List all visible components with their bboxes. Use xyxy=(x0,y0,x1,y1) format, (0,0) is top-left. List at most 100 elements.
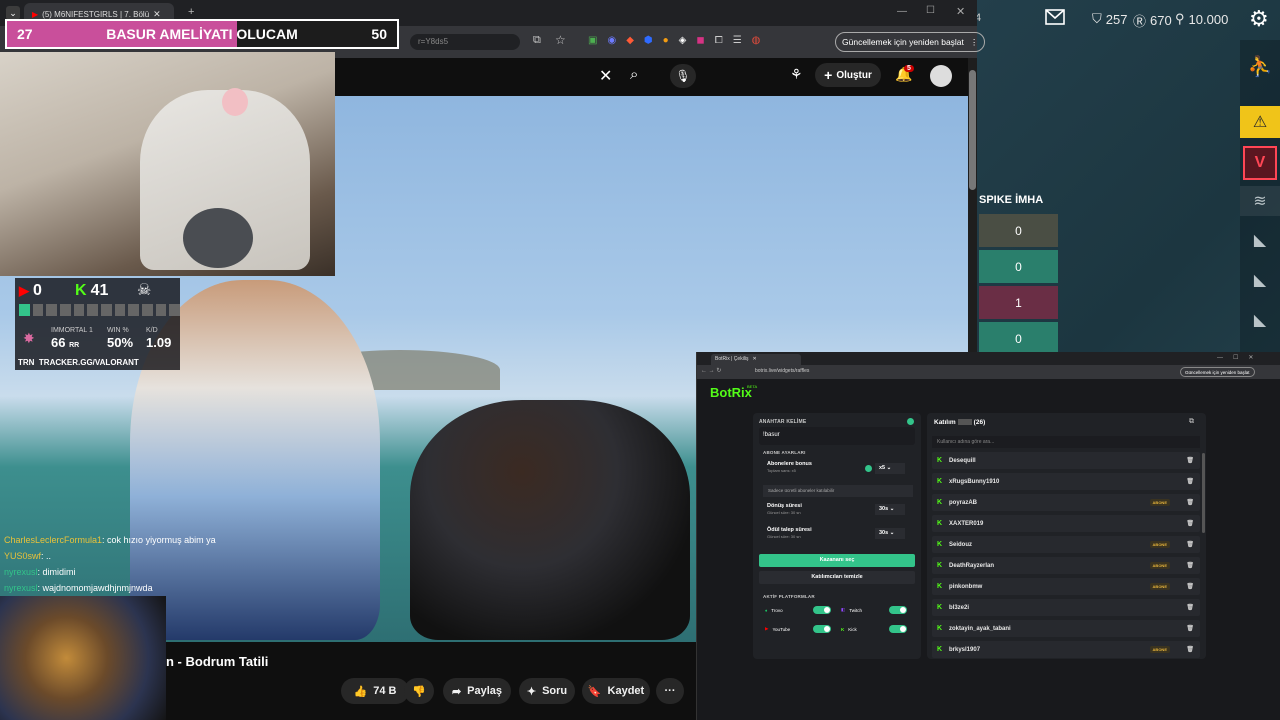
participant-row[interactable]: Kbrkysl1907 ABONE 🗑 xyxy=(932,641,1200,658)
spike-row: 1 xyxy=(979,286,1058,319)
extension-icon[interactable]: ◼ xyxy=(696,35,704,46)
platform-toggle[interactable] xyxy=(813,625,831,633)
turn-select[interactable]: 30s ⌄ xyxy=(875,504,905,515)
participant-name: pinkonbmw xyxy=(949,583,983,590)
extension-icon[interactable]: ⬢ xyxy=(644,35,653,46)
participant-row[interactable]: KpoyrazAB ABONE 🗑 xyxy=(932,494,1200,511)
share-button[interactable]: ➦ Paylaş xyxy=(443,678,511,704)
agent-slot-icon[interactable]: ◣ xyxy=(1240,262,1280,298)
dislike-button[interactable]: 👎 xyxy=(404,678,434,704)
participant-row[interactable]: Kpinkonbmw ABONE 🗑 xyxy=(932,578,1200,595)
botrix-tab[interactable]: BotRix | Çekiliş ✕ xyxy=(711,354,801,365)
like-button[interactable]: 👍 74 B xyxy=(341,678,409,704)
menu-dots-icon[interactable]: ⋮ xyxy=(970,37,979,48)
video-diver xyxy=(410,400,690,640)
close-icon[interactable]: ✕ xyxy=(753,356,757,363)
agent-slot-icon[interactable]: ◣ xyxy=(1240,302,1280,338)
extension-icon[interactable]: ◈ xyxy=(679,35,687,46)
extension-icon[interactable]: ◆ xyxy=(626,35,634,46)
trash-icon[interactable]: 🗑 xyxy=(1186,457,1194,464)
agent-icon xyxy=(87,304,99,316)
botrix-update-button[interactable]: Güncellemek için yeniden başlat xyxy=(1180,367,1255,377)
pick-winner-button[interactable]: Kazananı seç xyxy=(759,554,915,567)
save-button[interactable]: 🔖 Kaydet xyxy=(582,678,650,704)
agent-slot-icon[interactable]: ◣ xyxy=(1240,222,1280,258)
vp-stat: ⛉ 257 xyxy=(1092,11,1127,27)
update-restart-button[interactable]: Güncellemek için yeniden başlat ⋮ xyxy=(835,32,986,52)
participant-row[interactable]: Kzoktayin_ayak_tabani 🗑 xyxy=(932,620,1200,637)
trash-icon[interactable]: 🗑 xyxy=(1186,520,1194,527)
scrollbar-thumb[interactable] xyxy=(1202,453,1205,533)
cast-icon[interactable]: ⧉ xyxy=(533,34,541,47)
valorant-logo-icon[interactable]: V xyxy=(1243,146,1277,180)
participants-header: Katılım (26) xyxy=(934,419,985,426)
tab-search-icon[interactable]: ⌄ xyxy=(6,6,20,20)
extension-icon[interactable]: ◉ xyxy=(607,35,616,46)
trash-icon[interactable]: 🗑 xyxy=(1186,583,1194,590)
trash-icon[interactable]: 🗑 xyxy=(1186,646,1194,653)
window-close-icon[interactable]: ✕ xyxy=(956,5,965,18)
maximize-icon[interactable]: ☐ xyxy=(926,5,935,16)
yt-count: 0 xyxy=(33,282,42,299)
kick-icon: K xyxy=(841,626,845,632)
profile-icon[interactable]: ◍ xyxy=(752,35,761,46)
tab-title: (5) M6NIFESTGIRLS | 7. Bölü xyxy=(42,10,150,19)
participant-search-input[interactable]: Kullanıcı adına göre ara... xyxy=(932,436,1200,448)
sub-bonus-select[interactable]: x5 ⌄ xyxy=(875,463,905,474)
claim-label: Ödül talep süresi xyxy=(767,527,812,533)
kick-icon: K xyxy=(937,583,943,590)
sub-only-checkbox[interactable]: Sadece ücretli aboneler katılabilir xyxy=(763,485,913,497)
platform-toggle[interactable] xyxy=(889,606,907,614)
add-friend-icon[interactable]: ⛹ xyxy=(1240,48,1280,84)
platform-toggle[interactable] xyxy=(813,606,831,614)
keyword-input[interactable]: !basur xyxy=(759,427,915,445)
participant-row[interactable]: K Desequill 🗑 xyxy=(932,452,1200,469)
new-tab-icon[interactable]: + xyxy=(188,6,194,18)
sub-bonus-toggle[interactable] xyxy=(865,465,872,472)
create-button[interactable]: + Oluştur xyxy=(815,63,881,87)
more-actions-button[interactable]: ··· xyxy=(656,678,684,704)
mail-icon[interactable] xyxy=(1045,9,1065,25)
trash-icon[interactable]: 🗑 xyxy=(1186,562,1194,569)
trash-icon[interactable]: 🗑 xyxy=(1186,541,1194,548)
participant-row[interactable]: K Seidouz ABONE 🗑 xyxy=(932,536,1200,553)
address-bar[interactable]: r=Y8ds5 xyxy=(410,34,520,50)
botrix-url[interactable]: botrix.live/widgets/raffles xyxy=(755,368,809,374)
avatar[interactable] xyxy=(930,65,952,87)
clear-search-icon[interactable]: ✕ xyxy=(599,66,612,86)
kd-label: K/D xyxy=(146,327,158,334)
ask-button[interactable]: ✦ Soru xyxy=(519,678,575,704)
trash-icon[interactable]: 🗑 xyxy=(1186,499,1194,506)
platform-toggle[interactable] xyxy=(889,625,907,633)
clear-participants-button[interactable]: Katılımcıları temizle xyxy=(759,571,915,584)
bookmark-star-icon[interactable]: ☆ xyxy=(555,33,566,47)
puzzle-icon[interactable]: ⧠ xyxy=(715,35,723,46)
playlist-icon[interactable]: ☰ xyxy=(733,35,742,46)
rank-name: IMMORTAL 1 xyxy=(51,327,93,334)
participant-row[interactable]: Kbl3ze2i 🗑 xyxy=(932,599,1200,616)
voice-search-icon[interactable]: 🎙 xyxy=(670,64,696,88)
copy-icon[interactable]: ⧉ xyxy=(1189,418,1194,426)
platform-label: Kick xyxy=(848,626,857,632)
like-count: 74 B xyxy=(373,685,397,697)
extension-icon[interactable]: ▣ xyxy=(588,35,597,46)
extension-icon[interactable]: ● xyxy=(663,35,669,46)
warning-icon[interactable]: ⚠ xyxy=(1240,106,1280,138)
claim-select[interactable]: 30s ⌄ xyxy=(875,528,905,539)
search-icon[interactable]: ⌕ xyxy=(630,66,638,83)
participant-row[interactable]: K DeathRayzerlan ABONE 🗑 xyxy=(932,557,1200,574)
participant-row[interactable]: KxRugsBunny1910 🗑 xyxy=(932,473,1200,490)
trash-icon[interactable]: 🗑 xyxy=(1186,478,1194,485)
minimize-icon[interactable]: — xyxy=(897,6,907,17)
nav-arrows-icon[interactable]: ← → ↻ xyxy=(701,367,721,374)
scrollbar-thumb[interactable] xyxy=(969,70,976,190)
address-text: r=Y8ds5 xyxy=(418,37,449,46)
studio-icon[interactable]: ⚘ xyxy=(790,66,803,83)
participant-row[interactable]: K XAXTER019 🗑 xyxy=(932,515,1200,532)
abone-badge: ABONE xyxy=(1149,562,1170,569)
trash-icon[interactable]: 🗑 xyxy=(1186,604,1194,611)
trash-icon[interactable]: 🗑 xyxy=(1186,625,1194,632)
keyword-label: ANAHTAR KELİME xyxy=(759,419,807,425)
window-controls-icon[interactable]: —☐✕ xyxy=(1217,354,1263,361)
settings-gear-icon[interactable]: ⚙ xyxy=(1249,6,1269,32)
